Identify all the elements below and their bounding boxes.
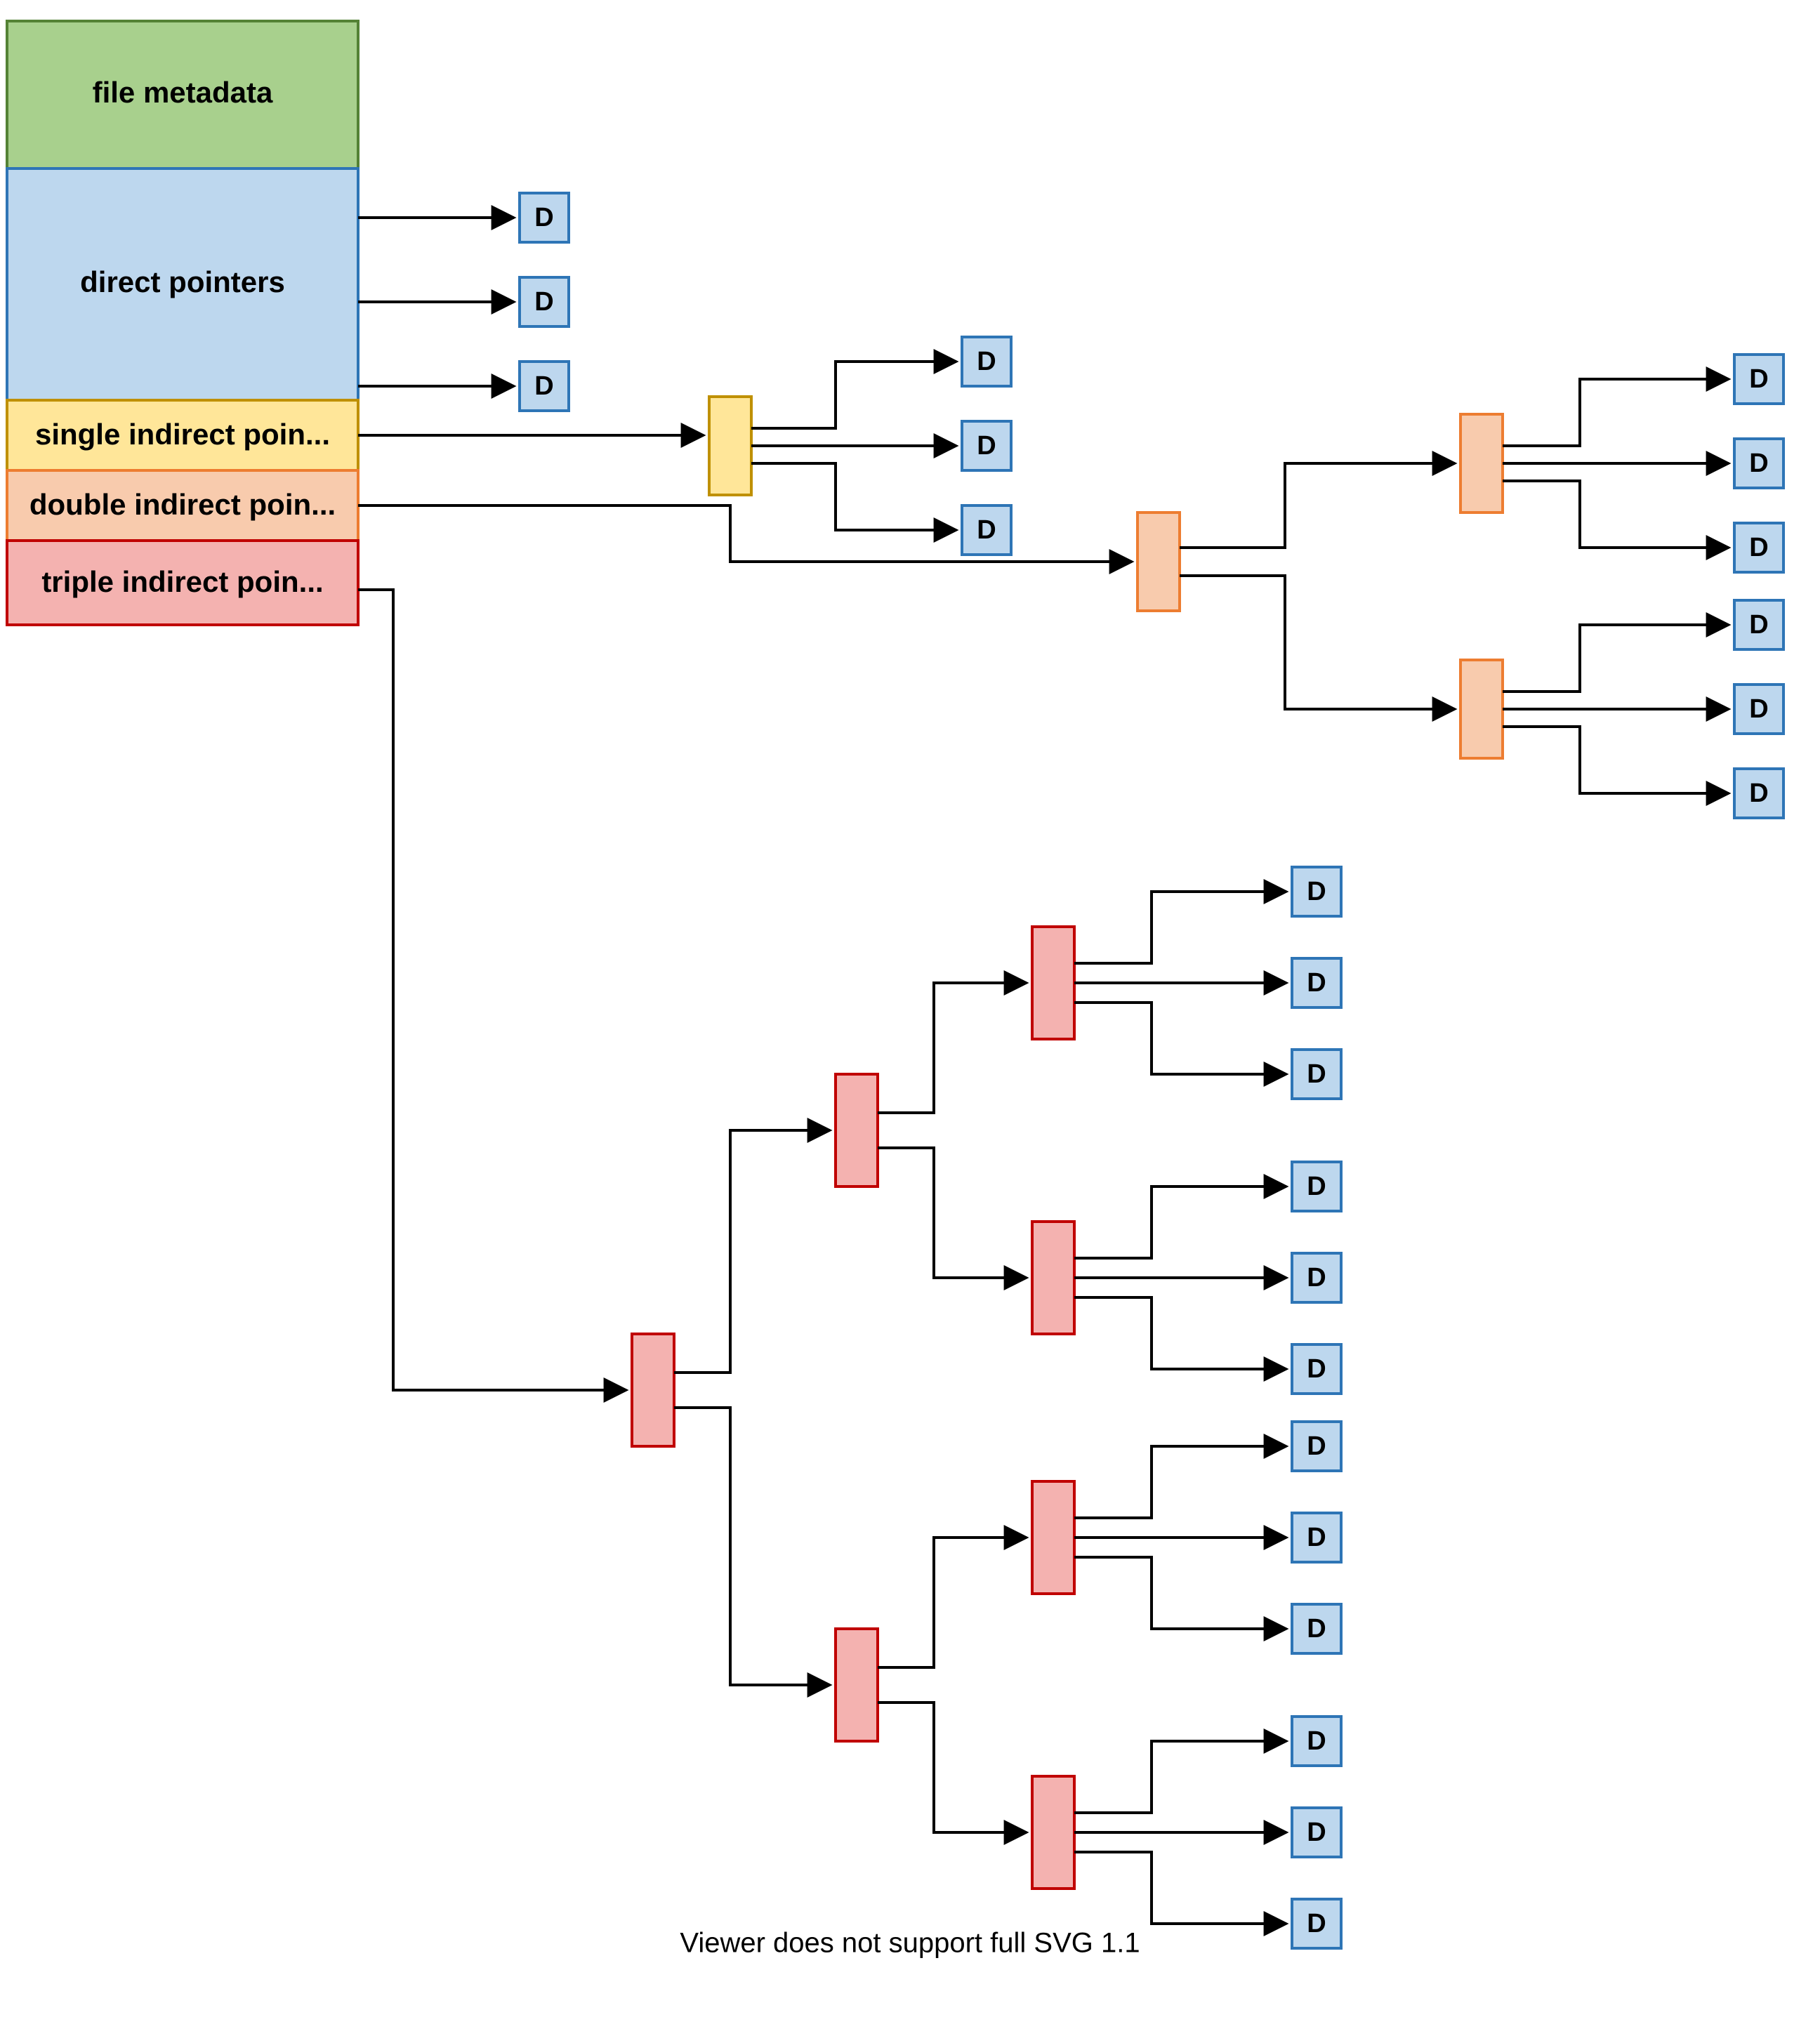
arrow-triple-data-0-1-2 <box>1074 1297 1286 1369</box>
double-data-0-1-label: D <box>1749 449 1768 478</box>
inode-triple-label: triple indirect poin... <box>41 565 323 598</box>
inode-single-label: single indirect poin... <box>35 418 330 451</box>
arrow-triple-l1-l2-1 <box>674 1408 830 1685</box>
arrow-double-to-l1 <box>358 505 1132 562</box>
triple-l1-block <box>632 1334 674 1446</box>
inode-metadata-label: file metadata <box>93 76 273 109</box>
arrow-double-l1-l2-1 <box>1180 576 1455 709</box>
triple-l2-block-0 <box>836 1074 878 1186</box>
double-data-1-1-label: D <box>1749 694 1768 724</box>
arrow-triple-data-1-1-0 <box>1074 1741 1286 1813</box>
arrow-triple-data-0-0-0 <box>1074 892 1286 963</box>
triple-data-0-0-0-label: D <box>1307 877 1326 906</box>
arrow-triple-to-l1 <box>358 590 626 1390</box>
triple-data-1-0-1-label: D <box>1307 1523 1326 1552</box>
triple-data-0-1-1-label: D <box>1307 1263 1326 1293</box>
arrow-triple-l2-l3-0-1 <box>878 1148 1027 1278</box>
triple-data-0-1-2-label: D <box>1307 1354 1326 1384</box>
triple-l3-block-1-1 <box>1032 1776 1074 1889</box>
double-data-1-0-label: D <box>1749 610 1768 640</box>
direct-data-1-label: D <box>534 287 553 317</box>
arrow-double-data-0-2 <box>1503 481 1729 548</box>
triple-data-0-0-2-label: D <box>1307 1059 1326 1089</box>
arrow-triple-data-1-0-0 <box>1074 1446 1286 1518</box>
inode-diagram: file metadata direct pointers single indir… <box>0 0 1820 2036</box>
arrow-triple-l1-l2-0 <box>674 1130 830 1373</box>
single-data-2-label: D <box>977 515 996 545</box>
direct-data-2-label: D <box>534 371 553 401</box>
triple-data-0-1-0-label: D <box>1307 1172 1326 1201</box>
double-data-0-0-label: D <box>1749 364 1768 394</box>
triple-data-0-0-1-label: D <box>1307 968 1326 998</box>
double-l1-block <box>1138 513 1180 611</box>
arrow-triple-data-1-0-2 <box>1074 1557 1286 1629</box>
double-data-0-2-label: D <box>1749 533 1768 562</box>
arrow-triple-l2-l3-0-0 <box>878 983 1027 1113</box>
triple-data-1-0-2-label: D <box>1307 1614 1326 1644</box>
double-l2-block-1 <box>1460 660 1503 758</box>
arrow-double-data-1-2 <box>1503 727 1729 793</box>
arrow-triple-l2-l3-1-0 <box>878 1538 1027 1667</box>
arrow-triple-data-1-1-2 <box>1074 1852 1286 1924</box>
triple-data-1-1-2-label: D <box>1307 1909 1326 1938</box>
triple-l3-block-1-0 <box>1032 1481 1074 1594</box>
single-data-1-label: D <box>977 431 996 461</box>
arrow-single-data-2 <box>751 463 956 530</box>
triple-data-1-1-0-label: D <box>1307 1726 1326 1756</box>
triple-data-1-0-0-label: D <box>1307 1432 1326 1461</box>
double-l2-block-0 <box>1460 414 1503 513</box>
direct-data-0-label: D <box>534 203 553 232</box>
triple-l3-block-0-1 <box>1032 1222 1074 1334</box>
triple-data-1-1-1-label: D <box>1307 1818 1326 1847</box>
inode-direct-label: direct pointers <box>80 265 285 298</box>
arrow-triple-data-0-1-0 <box>1074 1186 1286 1258</box>
arrow-double-data-0-0 <box>1503 379 1729 446</box>
single-data-0-label: D <box>977 347 996 376</box>
arrow-single-data-0 <box>751 362 956 428</box>
double-data-1-2-label: D <box>1749 779 1768 808</box>
arrow-double-l1-l2-0 <box>1180 463 1455 548</box>
triple-l2-block-1 <box>836 1629 878 1741</box>
arrow-double-data-1-0 <box>1503 625 1729 692</box>
arrow-triple-l2-l3-1-1 <box>878 1703 1027 1832</box>
inode-double-label: double indirect poin... <box>29 488 336 521</box>
triple-l3-block-0-0 <box>1032 927 1074 1039</box>
footer-message: Viewer does not support full SVG 1.1 <box>680 1928 1140 1959</box>
arrow-triple-data-0-0-2 <box>1074 1003 1286 1074</box>
single-indirect-block <box>709 397 751 495</box>
